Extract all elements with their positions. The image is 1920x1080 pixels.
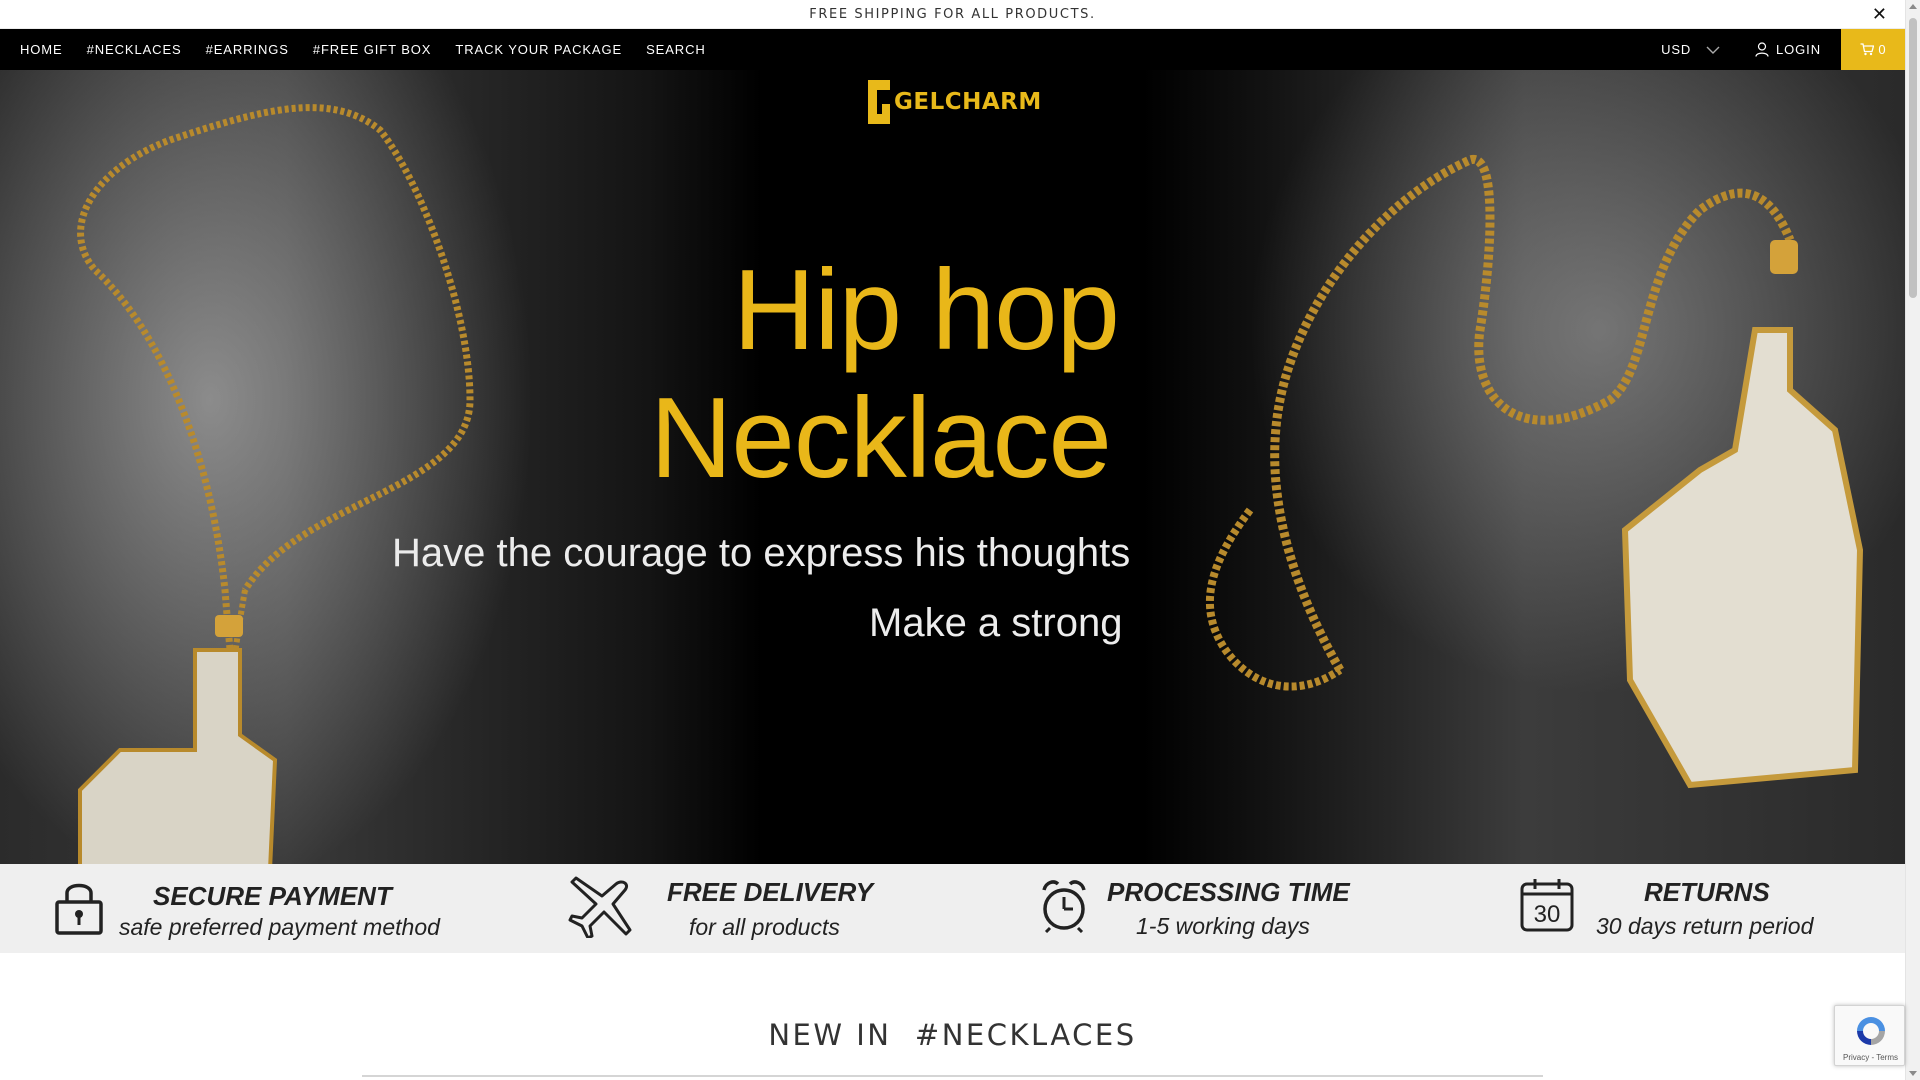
section-divider	[362, 1075, 1543, 1077]
calendar-number: 30	[1534, 901, 1561, 928]
user-icon	[1755, 42, 1769, 57]
feature-free-delivery: FREE DELIVERY for all products	[480, 864, 960, 953]
close-icon[interactable]: ✕	[1872, 4, 1887, 24]
alarm-clock-icon	[1042, 880, 1086, 933]
feature-secure-payment: SECURE PAYMENT safe preferred payment me…	[0, 864, 480, 953]
feature-title: SECURE PAYMENT	[153, 881, 392, 911]
hero-subtitle-line1: Have the courage to express his thoughts	[392, 531, 1131, 575]
hero-banner[interactable]: GELCHARM Hip hop Necklace Have the coura…	[0, 70, 1905, 864]
scrollbar-thumb[interactable]	[1909, 18, 1917, 298]
lock-icon	[55, 883, 103, 935]
calendar-icon: 30	[1520, 879, 1574, 932]
section-title: NEW IN #NECKLACES	[0, 1018, 1905, 1052]
scroll-up-arrow-icon[interactable]	[1909, 4, 1917, 9]
section-title-text: NEW IN #NECKLACES	[768, 1018, 1137, 1052]
feature-subtitle: 1-5 working days	[1136, 913, 1310, 939]
nav-item-necklaces[interactable]: #NECKLACES	[87, 42, 182, 57]
feature-subtitle: safe preferred payment method	[119, 914, 440, 940]
nav-item-search[interactable]: SEARCH	[646, 42, 706, 57]
recaptcha-badge[interactable]: Privacy - Terms	[1834, 1005, 1905, 1066]
feature-subtitle: for all products	[689, 914, 840, 940]
page-scrollbar[interactable]	[1905, 0, 1920, 1080]
nav-item-track-package[interactable]: TRACK YOUR PACKAGE	[455, 42, 622, 57]
page: FREE SHIPPING FOR ALL PRODUCTS. ✕ HOME #…	[0, 0, 1920, 1080]
feature-returns: 30 RETURNS 30 days return period	[1440, 864, 1905, 953]
recaptcha-footer: Privacy - Terms	[1843, 1053, 1898, 1062]
login-label: LOGIN	[1776, 42, 1821, 57]
hero-title-line2: Necklace	[650, 375, 1112, 502]
nav-right: USD LOGIN 0	[1661, 29, 1905, 70]
currency-selector[interactable]: USD	[1661, 42, 1721, 57]
feature-processing-time: PROCESSING TIME 1-5 working days	[960, 864, 1440, 953]
airplane-icon	[568, 876, 632, 938]
nav-item-free-gift-box[interactable]: #FREE GIFT BOX	[313, 42, 432, 57]
login-link[interactable]: LOGIN	[1755, 42, 1821, 57]
brand-logo[interactable]: GELCHARM	[866, 78, 1042, 126]
features-strip: SECURE PAYMENT safe preferred payment me…	[0, 864, 1905, 953]
feature-title: RETURNS	[1644, 877, 1770, 907]
cart-button[interactable]: 0	[1841, 29, 1905, 70]
hero-subtitle-line2: Make a strong	[869, 601, 1123, 645]
recaptcha-icon	[1857, 1017, 1885, 1045]
cart-icon	[1860, 43, 1875, 56]
logo-g-icon	[868, 80, 890, 124]
nav-links: HOME #NECKLACES #EARRINGS #FREE GIFT BOX…	[0, 42, 730, 57]
currency-value: USD	[1661, 42, 1692, 57]
nav-item-home[interactable]: HOME	[20, 42, 63, 57]
cart-count: 0	[1878, 42, 1886, 57]
chevron-down-icon	[1706, 46, 1720, 54]
feature-title: PROCESSING TIME	[1107, 877, 1350, 907]
main-navigation: HOME #NECKLACES #EARRINGS #FREE GIFT BOX…	[0, 29, 1905, 70]
nav-item-earrings[interactable]: #EARRINGS	[206, 42, 289, 57]
feature-title: FREE DELIVERY	[667, 877, 874, 907]
announcement-bar: FREE SHIPPING FOR ALL PRODUCTS. ✕	[0, 0, 1905, 29]
hero-title-line1: Hip hop	[733, 247, 1120, 374]
announcement-text: FREE SHIPPING FOR ALL PRODUCTS.	[809, 6, 1096, 22]
brand-name: GELCHARM	[894, 89, 1042, 115]
feature-subtitle: 30 days return period	[1596, 913, 1814, 939]
scroll-down-arrow-icon[interactable]	[1909, 1071, 1917, 1076]
